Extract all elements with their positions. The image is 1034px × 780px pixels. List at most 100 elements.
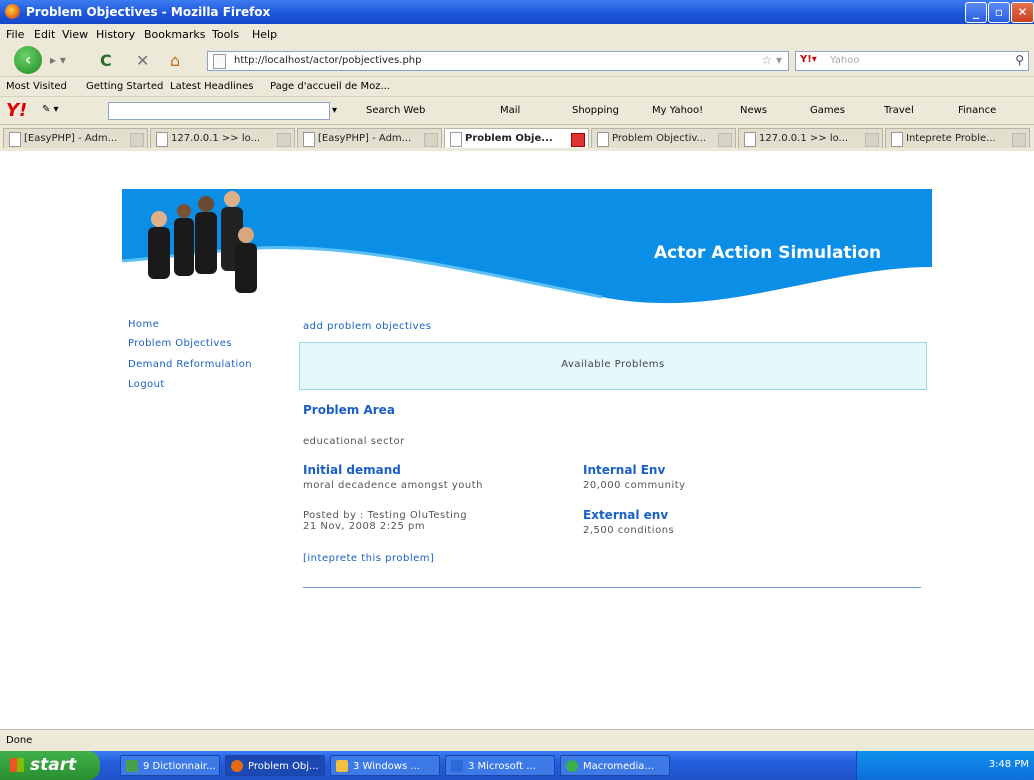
external-env-value: 2,500 conditions — [583, 525, 675, 536]
macromedia-icon — [566, 760, 578, 772]
internal-env-heading: Internal Env — [583, 463, 666, 477]
folder-icon — [336, 760, 348, 772]
taskbar-macromedia[interactable]: Macromedia... — [560, 755, 670, 776]
windows-taskbar: start 9 Dictionnair... Problem Obj... 3 … — [0, 751, 1034, 780]
tab-close-icon[interactable] — [718, 133, 732, 147]
page-icon — [597, 132, 609, 147]
bookmarks-toolbar: Most Visited Getting Started Latest Head… — [0, 76, 1034, 97]
url-text: http://localhost/actor/pobjectives.php — [234, 55, 422, 66]
status-text: Done — [6, 735, 33, 746]
problem-area-heading: Problem Area — [303, 403, 395, 417]
site-banner: Actor Action Simulation — [122, 189, 932, 304]
tab-close-icon[interactable] — [1012, 133, 1026, 147]
yahoo-toolbar: Y! ✎ ▾ ▾ Search Web Mail Shopping My Yah… — [0, 96, 1034, 125]
close-button[interactable]: ✕ — [1011, 2, 1034, 23]
yahoo-news[interactable]: News — [740, 105, 767, 116]
tab-close-icon[interactable] — [865, 133, 879, 147]
bookmark-star-icon[interactable]: ☆ ▾ — [761, 53, 782, 67]
page-content: Actor Action Simulation Home Problem Obj… — [0, 151, 1034, 729]
page-icon — [213, 54, 226, 69]
forward-dropdown-icon[interactable]: ▸ ▾ — [50, 53, 66, 67]
taskbar-windows[interactable]: 3 Windows ... — [330, 755, 440, 776]
yahoo-my-yahoo[interactable]: My Yahoo! — [652, 105, 703, 116]
windows-flag-icon — [10, 758, 24, 772]
yahoo-search-web[interactable]: Search Web — [366, 105, 425, 116]
nav-logout[interactable]: Logout — [128, 379, 165, 390]
menu-history[interactable]: History — [96, 28, 135, 41]
page-icon — [303, 132, 315, 147]
yahoo-logo-icon[interactable]: Y! — [6, 100, 27, 121]
initial-demand-value: moral decadence amongst youth — [303, 480, 483, 491]
taskbar-dictionnaire[interactable]: 9 Dictionnair... — [120, 755, 220, 776]
menu-file[interactable]: File — [6, 28, 24, 41]
navigation-toolbar: ‹ ▸ ▾ C ✕ ⌂ http://localhost/actor/pobje… — [0, 44, 1034, 76]
page-icon — [156, 132, 168, 147]
yahoo-games[interactable]: Games — [810, 105, 845, 116]
bookmark-latest-headlines[interactable]: Latest Headlines — [170, 81, 254, 92]
nav-demand-reformulation[interactable]: Demand Reformulation — [128, 359, 252, 370]
menu-bookmarks[interactable]: Bookmarks — [144, 28, 205, 41]
home-icon[interactable]: ⌂ — [170, 51, 180, 70]
page-icon — [450, 132, 462, 147]
yahoo-engine-icon[interactable]: Y!▾ — [800, 54, 817, 65]
tab-problem-objectives-2[interactable]: Problem Objectiv... — [591, 128, 736, 148]
tab-close-icon[interactable] — [571, 133, 585, 147]
bookmark-page-accueil[interactable]: Page d'accueil de Moz... — [270, 81, 390, 92]
system-tray: 3:48 PM — [856, 751, 1034, 780]
tab-localhost-1[interactable]: 127.0.0.1 >> lo... — [150, 128, 295, 148]
yahoo-search-input[interactable] — [108, 102, 330, 120]
firefox-icon — [5, 4, 20, 19]
yahoo-mail[interactable]: Mail — [500, 105, 520, 116]
bookmark-getting-started[interactable]: Getting Started — [86, 81, 163, 92]
menu-view[interactable]: View — [62, 28, 88, 41]
window-titlebar: Problem Objectives - Mozilla Firefox _ ▫… — [0, 0, 1034, 24]
inteprete-problem-link[interactable]: [inteprete this problem] — [303, 553, 434, 564]
divider — [303, 587, 921, 588]
available-problems-label: Available Problems — [561, 359, 665, 370]
taskbar-microsoft[interactable]: 3 Microsoft ... — [445, 755, 555, 776]
tab-close-icon[interactable] — [130, 133, 144, 147]
yahoo-finance[interactable]: Finance — [958, 105, 996, 116]
available-problems-box: Available Problems — [299, 342, 927, 390]
tab-close-icon[interactable] — [424, 133, 438, 147]
menu-tools[interactable]: Tools — [212, 28, 239, 41]
yahoo-search-dropdown-icon[interactable]: ▾ — [332, 105, 337, 116]
nav-home[interactable]: Home — [128, 319, 159, 330]
search-icon[interactable]: ⚲ — [1015, 53, 1024, 67]
address-bar[interactable]: http://localhost/actor/pobjectives.php ☆… — [207, 51, 789, 71]
external-env-heading: External env — [583, 508, 669, 522]
bookmark-most-visited[interactable]: Most Visited — [6, 81, 67, 92]
tab-bar: [EasyPHP] - Adm... 127.0.0.1 >> lo... [E… — [0, 124, 1034, 152]
initial-demand-heading: Initial demand — [303, 463, 401, 477]
tab-easyphp-2[interactable]: [EasyPHP] - Adm... — [297, 128, 442, 148]
yahoo-shopping[interactable]: Shopping — [572, 105, 619, 116]
menu-help[interactable]: Help — [252, 28, 277, 41]
status-bar: Done — [0, 729, 1034, 752]
search-box[interactable]: Y!▾ Yahoo ⚲ — [795, 51, 1029, 71]
back-button[interactable]: ‹ — [14, 46, 42, 74]
clock: 3:48 PM — [988, 759, 1029, 770]
stop-icon[interactable]: ✕ — [136, 51, 149, 70]
menu-edit[interactable]: Edit — [34, 28, 55, 41]
tab-localhost-2[interactable]: 127.0.0.1 >> lo... — [738, 128, 883, 148]
posted-by: Posted by : Testing OluTesting — [303, 510, 468, 521]
reload-icon[interactable]: C — [100, 51, 112, 70]
window-title: Problem Objectives - Mozilla Firefox — [26, 5, 271, 19]
page-icon — [891, 132, 903, 147]
pencil-icon[interactable]: ✎ ▾ — [42, 104, 59, 115]
word-icon — [451, 760, 463, 772]
taskbar-problem-obj[interactable]: Problem Obj... — [225, 755, 325, 776]
yahoo-travel[interactable]: Travel — [884, 105, 914, 116]
tab-easyphp-1[interactable]: [EasyPHP] - Adm... — [3, 128, 148, 148]
nav-problem-objectives[interactable]: Problem Objectives — [128, 338, 232, 349]
firefox-icon — [231, 760, 243, 772]
tab-inteprete-problem[interactable]: Inteprete Proble... — [885, 128, 1030, 148]
start-button[interactable]: start — [0, 751, 100, 780]
search-engine-placeholder: Yahoo — [830, 55, 860, 66]
tab-problem-objectives-active[interactable]: Problem Obje... — [444, 128, 589, 148]
add-problem-objectives-link[interactable]: add problem objectives — [303, 321, 431, 332]
minimize-button[interactable]: _ — [965, 2, 987, 23]
maximize-button[interactable]: ▫ — [988, 2, 1010, 23]
internal-env-value: 20,000 community — [583, 480, 686, 491]
tab-close-icon[interactable] — [277, 133, 291, 147]
